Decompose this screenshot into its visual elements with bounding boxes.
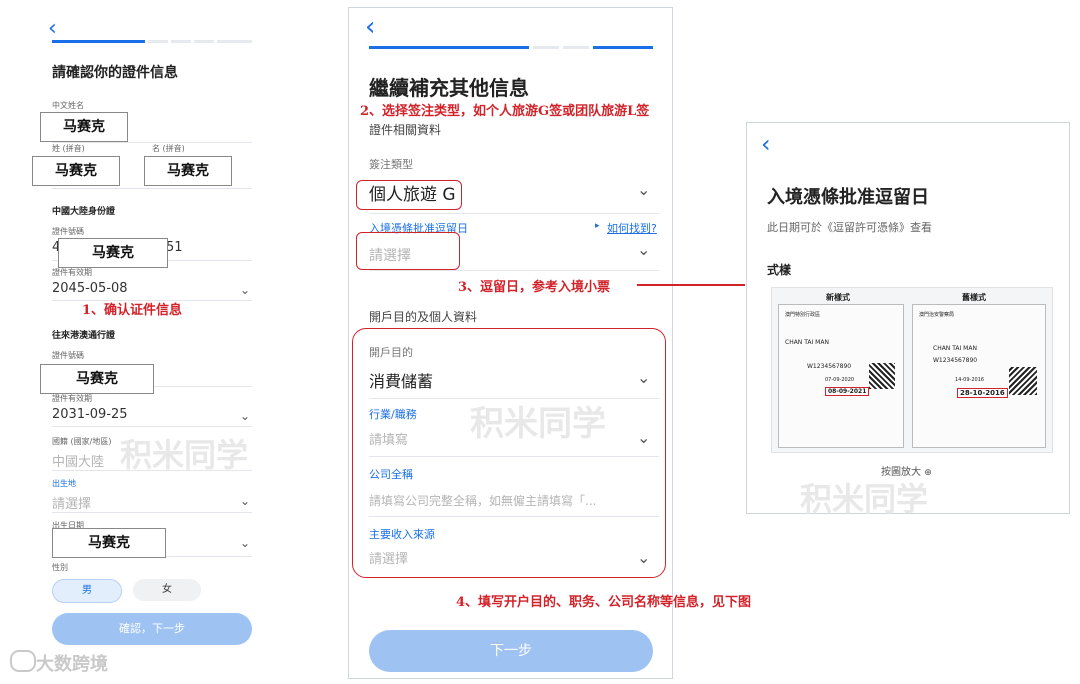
permit-validity-label: 證件有效期: [52, 394, 92, 403]
mosaic-overlay: 马赛克: [32, 156, 120, 186]
gender-label: 性別: [52, 563, 68, 572]
qr-code-icon: [1009, 367, 1037, 395]
hkmo-permit-section: 往來港澳通行證: [52, 331, 116, 341]
id-number-partial-right: 51: [166, 240, 183, 255]
stay-date-highlight: 08-09-2021: [825, 387, 870, 396]
old-style-label: 舊樣式: [962, 293, 986, 302]
nationality-label: 國籍 (國家/地區): [52, 437, 112, 446]
permit-validity-value[interactable]: 2031-09-25: [52, 407, 128, 422]
brand-watermark: 大数跨境: [36, 654, 108, 675]
confirm-next-button[interactable]: 確認，下一步: [52, 613, 252, 645]
mosaic-overlay: 马赛克: [40, 112, 128, 142]
mosaic-overlay: 马赛克: [40, 364, 154, 394]
stay-date-highlight: 28-10-2016: [957, 388, 1008, 398]
stay-date-help-panel: ‹ 入境憑條批准逗留日 此日期可於《逗留許可憑條》查看 式樣 新樣式 舊樣式 澳…: [746, 122, 1070, 514]
mosaic-overlay: 马赛克: [144, 156, 232, 186]
watermark: 积米同学: [120, 436, 249, 474]
back-chevron-icon[interactable]: ‹: [48, 18, 57, 40]
chevron-down-icon[interactable]: ⌄: [240, 494, 250, 508]
progress-bar: [52, 40, 145, 43]
nationality-value: 中國大陸: [52, 455, 105, 470]
sample-image[interactable]: 新樣式 舊樣式 澳門特別行政區 CHAN TAI MAN W1234567890…: [771, 287, 1053, 453]
chevron-down-icon[interactable]: ⌄: [240, 536, 250, 550]
mainland-id-section: 中國大陸身份證: [52, 207, 116, 217]
id-validity-value[interactable]: 2045-05-08: [52, 281, 128, 296]
id-number-label: 證件號碼: [52, 227, 84, 236]
chevron-down-icon[interactable]: ⌄: [637, 240, 650, 259]
mosaic-overlay: 马赛克: [58, 238, 168, 268]
back-chevron-icon[interactable]: ‹: [761, 132, 771, 156]
visa-type-label: 簽注類型: [369, 158, 413, 171]
new-style-slip: 澳門特別行政區 CHAN TAI MAN W1234567890 07-09-2…: [778, 304, 904, 448]
next-button[interactable]: 下一步: [369, 630, 653, 672]
chevron-down-icon[interactable]: ⌄: [240, 409, 250, 423]
permit-number-label: 證件號碼: [52, 351, 84, 360]
annotation-2: 2、选择签注类型，如个人旅游G签或团队旅游L签: [360, 104, 650, 119]
surname-label: 姓 (拼音): [52, 144, 85, 153]
page-title: 繼續補充其他信息: [369, 76, 529, 100]
sample-heading: 式樣: [767, 263, 792, 277]
id-validity-label: 證件有效期: [52, 268, 92, 277]
birthplace-select[interactable]: 請選擇: [52, 493, 91, 512]
purpose-section-highlight: [352, 328, 666, 578]
new-style-label: 新樣式: [826, 293, 850, 302]
brand-logo-icon: [10, 650, 36, 672]
page-title: 入境憑條批准逗留日: [767, 187, 929, 208]
visa-type-highlight: [356, 180, 462, 210]
gender-female-button[interactable]: 女: [133, 579, 201, 601]
how-to-find-link[interactable]: 如何找到?: [607, 220, 657, 236]
birthplace-label: 出生地: [52, 479, 76, 488]
section-heading: 證件相關資料: [369, 123, 442, 137]
page-title: 請確認你的證件信息: [52, 65, 178, 81]
annotation-4: 4、填写开户目的、职务、公司名称等信息，见下图: [456, 595, 752, 610]
chevron-down-icon[interactable]: ⌄: [240, 283, 250, 297]
annotation-1: 1、确认证件信息: [82, 303, 183, 318]
progress-bar: [369, 46, 529, 49]
watermark: 积米同学: [470, 404, 606, 444]
annotation-3: 3、逗留日，参考入境小票: [458, 280, 611, 295]
chevron-down-icon[interactable]: ⌄: [637, 180, 650, 199]
how-to-find-play-icon: ▸: [595, 221, 600, 231]
mosaic-overlay: 马赛克: [52, 528, 166, 558]
section-heading: 開戶目的及個人資料: [369, 310, 478, 324]
annotation-3-pointer: [637, 284, 745, 286]
id-confirm-panel: ‹ 請確認你的證件信息 中文姓名 姓 (拼音) 名 (拼音) 中國大陸身份證 證…: [40, 0, 265, 684]
gender-male-button[interactable]: 男: [52, 579, 122, 603]
qr-code-icon: [869, 363, 895, 389]
back-chevron-icon[interactable]: ‹: [365, 14, 375, 40]
given-name-label: 名 (拼音): [152, 144, 185, 153]
page-subtitle: 此日期可於《逗留許可憑條》查看: [767, 221, 932, 234]
old-style-slip: 澳門治安警察局 CHAN TAI MAN W1234567890 14-09-2…: [912, 304, 1046, 448]
chinese-name-label: 中文姓名: [52, 101, 84, 110]
stay-date-highlight: [356, 232, 460, 270]
watermark: 积米同学: [800, 480, 929, 518]
